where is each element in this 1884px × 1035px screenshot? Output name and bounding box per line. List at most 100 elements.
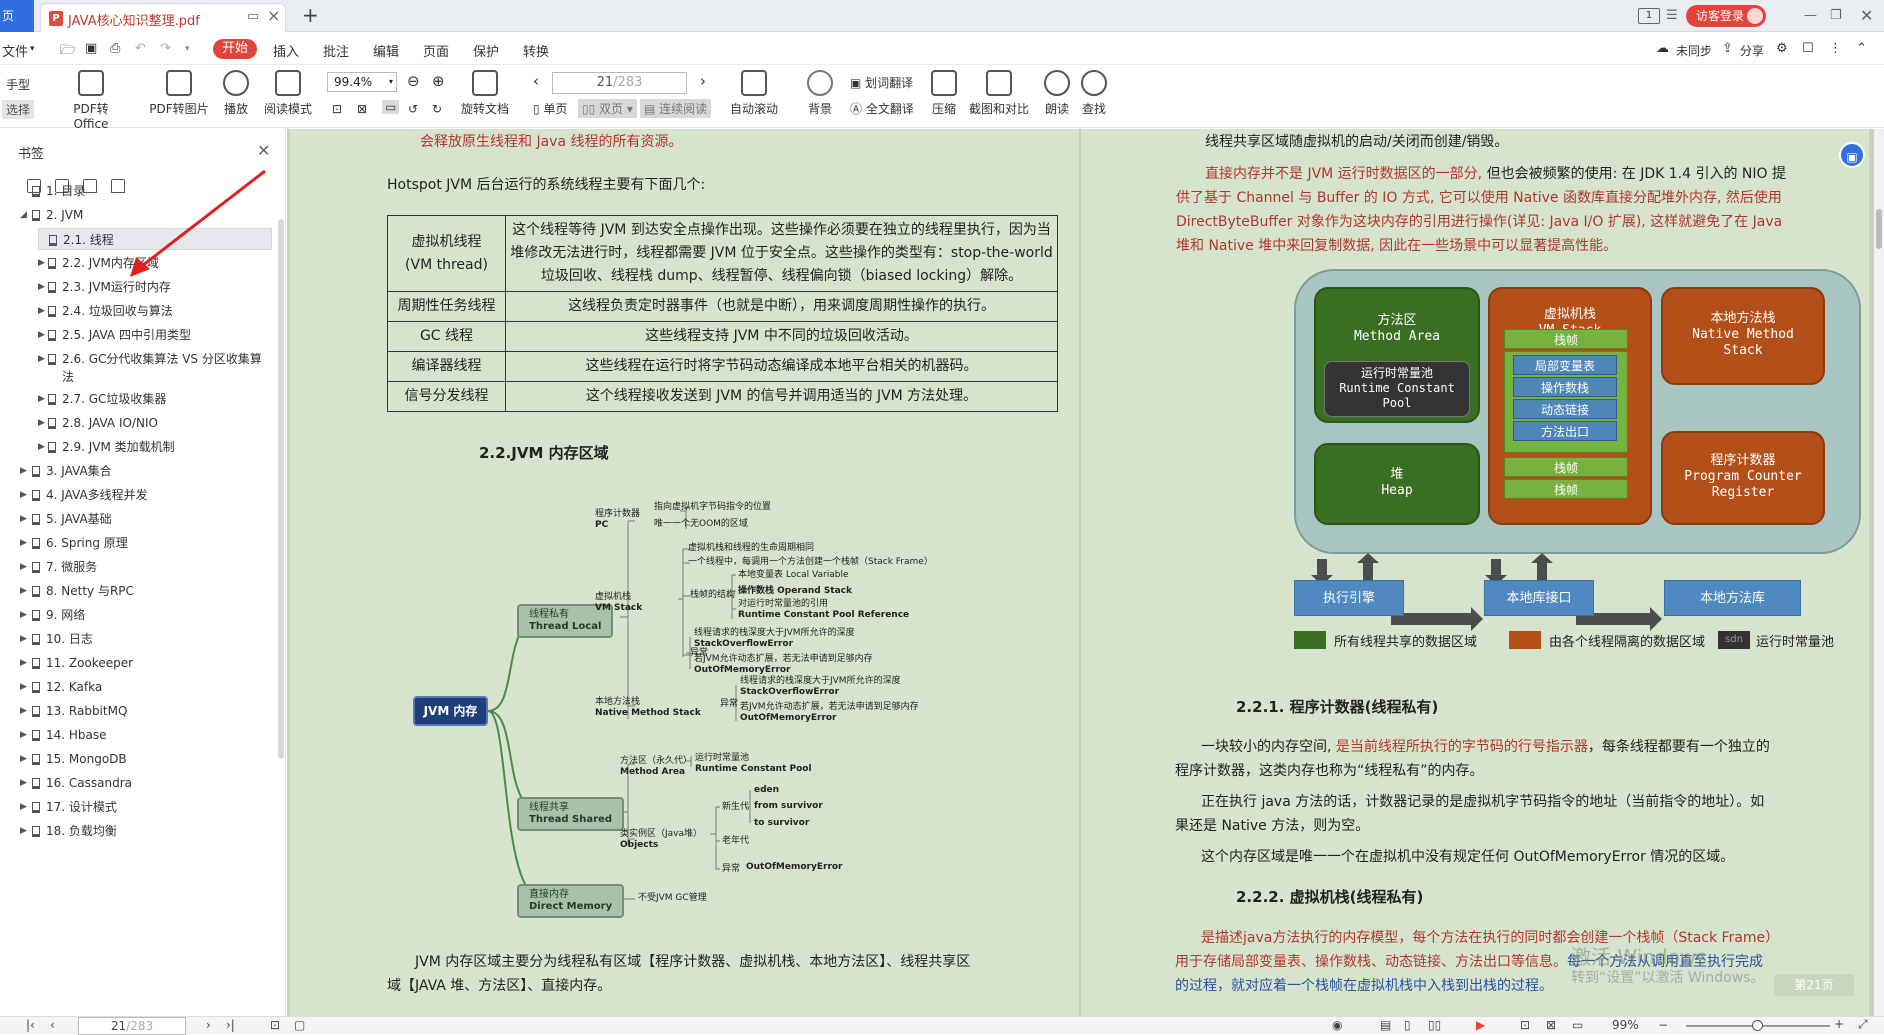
expand-arrow-icon[interactable]: ▶	[20, 724, 27, 746]
translate-float-icon[interactable]: ▣	[1839, 142, 1865, 168]
zoom-slider-handle[interactable]	[1752, 1020, 1763, 1031]
rotate-document-button[interactable]: 旋转文档	[460, 70, 510, 117]
bookmark-item[interactable]: ▶ 11. Zookeeper	[12, 652, 272, 674]
bookmark-item[interactable]: ▶ 8. Netty 与RPC	[12, 580, 272, 602]
actual-size-status-icon[interactable]: ⊡	[1520, 1018, 1530, 1032]
scroll-thumb[interactable]	[1876, 209, 1882, 249]
last-page-icon[interactable]: ›|	[226, 1018, 235, 1032]
compress-button[interactable]: 压缩	[930, 70, 958, 117]
zoom-out-status-icon[interactable]: −	[1658, 1018, 1668, 1032]
fullscreen-icon[interactable]: ⤢	[1858, 1017, 1868, 1032]
bookmark-item[interactable]: ▶ 13. RabbitMQ	[12, 700, 272, 722]
status-page-input[interactable]: 21/283	[78, 1017, 186, 1035]
print-icon[interactable]: ⎙	[110, 41, 120, 56]
bookmark-item[interactable]: ▶ 17. 设计模式	[12, 796, 272, 818]
expand-arrow-icon[interactable]: ▶	[38, 252, 45, 274]
eye-care-icon[interactable]: ◉	[1332, 1018, 1342, 1032]
page-number-input[interactable]: 21/283	[552, 72, 687, 94]
rotate-left-icon[interactable]: ↺	[408, 102, 418, 116]
more-icon[interactable]: ⋮	[1829, 41, 1842, 56]
bookmark-item[interactable]: ▶ 2.6. GC分代收集算法 VS 分区收集算法	[38, 348, 272, 388]
tab-count-badge[interactable]: 1	[1638, 8, 1660, 24]
file-menu[interactable]: 文件	[2, 41, 28, 60]
view-mode-icon[interactable]: ▤	[1380, 1018, 1391, 1032]
play-button[interactable]: 播放	[222, 70, 250, 117]
fit-page-status-icon[interactable]: ⊠	[1546, 1018, 1556, 1032]
background-button[interactable]: 背景	[802, 70, 838, 117]
collapse-arrow-icon[interactable]: ◢	[20, 204, 27, 226]
expand-arrow-icon[interactable]: ▶	[20, 508, 27, 530]
expand-arrow-icon[interactable]: ▶	[38, 324, 45, 346]
zoom-level[interactable]: 99%	[1612, 1018, 1639, 1032]
find-button[interactable]: 查找	[1080, 70, 1108, 117]
bookmark-item[interactable]: ▶ 2.7. GC垃圾收集器	[38, 388, 272, 410]
pdf-to-image-button[interactable]: PDF转图片	[148, 70, 210, 117]
prev-page-icon[interactable]: ‹	[533, 72, 539, 90]
auto-scroll-button[interactable]: 自动滚动	[726, 70, 782, 117]
save-icon[interactable]: ▣	[85, 41, 97, 56]
undo-icon[interactable]: ↶	[135, 41, 146, 56]
expand-arrow-icon[interactable]: ▶	[38, 388, 45, 410]
pdf-to-office-button[interactable]: PDF转Office	[56, 70, 126, 131]
next-page-icon[interactable]: ›	[700, 72, 706, 90]
expand-arrow-icon[interactable]: ▶	[20, 556, 27, 578]
list-icon[interactable]: ☰	[1666, 0, 1678, 32]
expand-arrow-icon[interactable]: ▶	[38, 276, 45, 298]
minimize-icon[interactable]: —	[1804, 0, 1817, 32]
hand-tool[interactable]: 手型	[6, 76, 30, 93]
single-view-icon[interactable]: ▯	[1404, 1018, 1411, 1032]
menu-insert[interactable]: 插入	[273, 41, 299, 60]
home-tab[interactable]: 页	[0, 0, 34, 32]
bookmark-item[interactable]: ▶ 14. Hbase	[12, 724, 272, 746]
bookmark-item[interactable]: ▶ 2.8. JAVA IO/NIO	[38, 412, 272, 434]
expand-arrow-icon[interactable]: ▶	[20, 580, 27, 602]
quick-access-dropdown-icon[interactable]: ▾	[185, 44, 190, 54]
fit-width-status-icon[interactable]: ▭	[1572, 1018, 1583, 1032]
bookmark-item[interactable]: ▶ 15. MongoDB	[12, 748, 272, 770]
fit-page-icon[interactable]: ⊠	[357, 102, 367, 116]
first-page-icon[interactable]: |‹	[26, 1018, 35, 1032]
expand-arrow-icon[interactable]: ▶	[38, 412, 45, 434]
bookmark-item[interactable]: ▶ 6. Spring 原理	[12, 532, 272, 554]
expand-arrow-icon[interactable]: ▶	[20, 460, 27, 482]
close-panel-icon[interactable]: ✕	[257, 141, 270, 160]
actual-size-icon[interactable]: ⊡	[332, 102, 342, 116]
double-view-icon[interactable]: ▯▯	[1428, 1018, 1441, 1032]
bookmark-item[interactable]: ▶ 2.9. JVM 类加载机制	[38, 436, 272, 458]
double-page-button[interactable]: ▯▯ 双页 ▾	[578, 99, 637, 118]
document-scrollbar[interactable]	[1874, 129, 1884, 1016]
word-translate-button[interactable]: ▣ 划词翻译	[850, 74, 913, 91]
read-aloud-button[interactable]: 朗读	[1043, 70, 1071, 117]
fit-screen-icon[interactable]: ⊡	[270, 1018, 280, 1032]
share-button[interactable]: 分享	[1740, 42, 1764, 59]
zoom-in-status-icon[interactable]: +	[1834, 1017, 1844, 1031]
skin-icon[interactable]: ☐	[1802, 41, 1814, 56]
expand-arrow-icon[interactable]: ▶	[20, 604, 27, 626]
start-menu-tab[interactable]: 开始	[213, 39, 257, 59]
read-mode-button[interactable]: 阅读模式	[263, 70, 313, 117]
zoom-slider[interactable]	[1686, 1020, 1830, 1031]
menu-page[interactable]: 页面	[423, 41, 449, 60]
document-tab[interactable]: P JAVA核心知识整理.pdf ▭ ×	[40, 3, 286, 32]
rotate-right-icon[interactable]: ↻	[432, 102, 442, 116]
menu-annotate[interactable]: 批注	[323, 41, 349, 60]
select-tool[interactable]: 选择	[2, 100, 35, 119]
expand-arrow-icon[interactable]: ▶	[20, 700, 27, 722]
expand-arrow-icon[interactable]: ▶	[20, 748, 27, 770]
expand-arrow-icon[interactable]: ▶	[20, 628, 27, 650]
thumbnail-icon[interactable]: ▢	[294, 1018, 305, 1032]
expand-arrow-icon[interactable]: ▶	[20, 676, 27, 698]
bookmark-item[interactable]: ▶ 18. 负载均衡	[12, 820, 272, 842]
bookmark-item[interactable]: ▶ 12. Kafka	[12, 676, 272, 698]
close-tab-icon[interactable]: ×	[267, 6, 280, 25]
bookmark-item[interactable]: ▶ 7. 微服务	[12, 556, 272, 578]
zoom-select[interactable]: 99.4% ▾	[327, 72, 397, 92]
bookmark-item[interactable]: ▶ 4. JAVA多线程并发	[12, 484, 272, 506]
play-status-icon[interactable]: ▶	[1476, 1018, 1485, 1032]
collapse-ribbon-icon[interactable]: ⌃	[1856, 41, 1867, 56]
close-window-icon[interactable]: ✕	[1860, 0, 1873, 32]
zoom-out-icon[interactable]: ⊖	[407, 72, 420, 90]
bookmark-item[interactable]: ▶ 9. 网络	[12, 604, 272, 626]
bookmark-item[interactable]: ▶ 2.5. JAVA 四中引用类型	[38, 324, 272, 346]
bookmark-item[interactable]: ▶ 3. JAVA集合	[12, 460, 272, 482]
